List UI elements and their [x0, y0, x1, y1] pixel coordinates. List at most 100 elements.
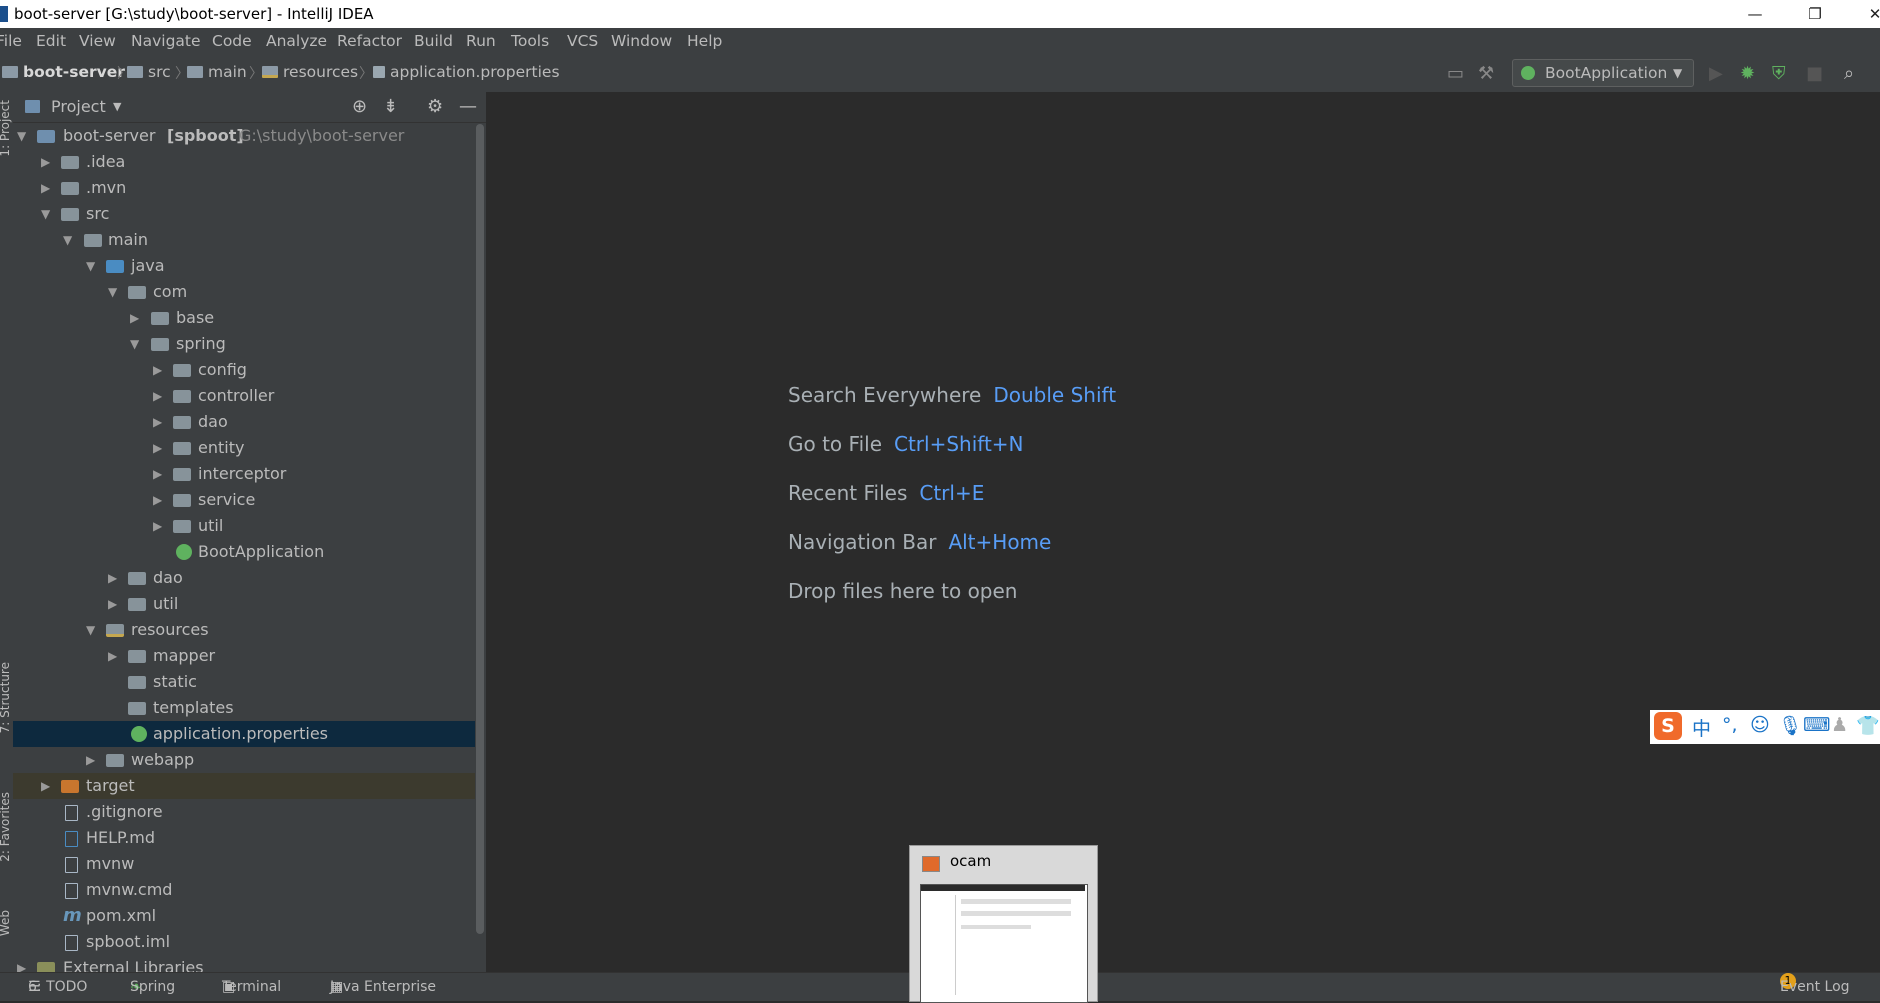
collapsed-arrow-icon[interactable]: ▶	[108, 565, 117, 591]
collapsed-arrow-icon[interactable]: ▶	[153, 383, 162, 409]
run-with-coverage-icon[interactable]: ⛨	[1772, 63, 1786, 84]
tree-item-resources[interactable]: ▼ resources	[13, 617, 475, 643]
tree-item-idea[interactable]: ▶ .idea	[13, 149, 475, 175]
tree-item-dao[interactable]: ▶ dao	[13, 565, 475, 591]
menu-vcs[interactable]: VCS	[567, 28, 598, 54]
tree-item-util[interactable]: ▶ util	[13, 513, 475, 539]
project-tool-tab[interactable]: 1: Project	[0, 100, 12, 157]
tree-item-mvn[interactable]: ▶ .mvn	[13, 175, 475, 201]
collapsed-arrow-icon[interactable]: ▶	[41, 773, 50, 799]
menu-code[interactable]: Code	[212, 28, 252, 54]
collapsed-arrow-icon[interactable]: ▶	[130, 305, 139, 331]
chevron-down-icon[interactable]: ▼	[113, 92, 121, 122]
collapsed-arrow-icon[interactable]: ▶	[17, 955, 26, 972]
tree-item-main[interactable]: ▼ main	[13, 227, 475, 253]
stop-icon[interactable]: ■	[1806, 63, 1823, 84]
tree-item-dao[interactable]: ▶ dao	[13, 409, 475, 435]
menu-build[interactable]: Build	[414, 28, 453, 54]
menu-view[interactable]: View	[79, 28, 116, 54]
microphone-icon[interactable]: 🎙	[1778, 714, 1802, 737]
expanded-arrow-icon[interactable]: ▼	[41, 201, 50, 227]
tree-item-templates[interactable]: templates	[13, 695, 475, 721]
expanded-arrow-icon[interactable]: ▼	[63, 227, 72, 253]
tree-item-static[interactable]: static	[13, 669, 475, 695]
ocam-window-thumbnail[interactable]	[920, 884, 1088, 1003]
keyboard-icon[interactable]: ⌨	[1803, 714, 1830, 736]
collapsed-arrow-icon[interactable]: ▶	[108, 643, 117, 669]
tree-item-base[interactable]: ▶ base	[13, 305, 475, 331]
tree-item-config[interactable]: ▶ config	[13, 357, 475, 383]
hide-panel-icon[interactable]: —	[459, 92, 477, 122]
breadcrumb-src[interactable]: src	[127, 63, 171, 81]
tree-item-service[interactable]: ▶ service	[13, 487, 475, 513]
tree-item-java[interactable]: ▼ java	[13, 253, 475, 279]
tree-item-src[interactable]: ▼ src	[13, 201, 475, 227]
menu-file[interactable]: File	[0, 28, 22, 54]
collapsed-arrow-icon[interactable]: ▶	[153, 435, 162, 461]
tree-item-mvnw[interactable]: mvnw	[13, 851, 475, 877]
collapsed-arrow-icon[interactable]: ▶	[108, 591, 117, 617]
gear-icon[interactable]: ⚙	[427, 92, 443, 122]
tree-item-help-md[interactable]: HELP.md	[13, 825, 475, 851]
ime-mode-toggle[interactable]: 中	[1692, 714, 1711, 741]
breadcrumb-file[interactable]: application.properties	[373, 63, 560, 81]
tree-item-com[interactable]: ▼ com	[13, 279, 475, 305]
emoji-icon[interactable]: ☺	[1750, 714, 1770, 736]
breadcrumb-main[interactable]: main	[187, 63, 247, 81]
tree-item-mvnw-cmd[interactable]: mvnw.cmd	[13, 877, 475, 903]
tree-item-bootapplication[interactable]: BootApplication	[13, 539, 475, 565]
collapse-all-icon[interactable]: ⇟	[383, 92, 398, 122]
build-hammer-icon[interactable]: ⚒	[1478, 63, 1494, 84]
tree-item-util[interactable]: ▶ util	[13, 591, 475, 617]
tree-item-spring[interactable]: ▼ spring	[13, 331, 475, 357]
tree-item-entity[interactable]: ▶ entity	[13, 435, 475, 461]
collapsed-arrow-icon[interactable]: ▶	[153, 409, 162, 435]
expanded-arrow-icon[interactable]: ▼	[86, 617, 95, 643]
collapsed-arrow-icon[interactable]: ▶	[86, 747, 95, 773]
ime-logo[interactable]: S	[1654, 712, 1682, 740]
menu-window[interactable]: Window	[611, 28, 672, 54]
locate-target-icon[interactable]: ⊕	[352, 92, 367, 122]
search-icon[interactable]: ⌕	[1844, 63, 1854, 84]
user-icon[interactable]: ♟	[1831, 714, 1848, 736]
tree-item-external-libraries[interactable]: ▶ External Libraries	[13, 955, 475, 972]
menu-run[interactable]: Run	[466, 28, 496, 54]
menu-refactor[interactable]: Refactor	[337, 28, 402, 54]
tree-item-controller[interactable]: ▶ controller	[13, 383, 475, 409]
breadcrumb-resources[interactable]: resources	[262, 63, 358, 81]
restore-button[interactable]: ❐	[1795, 0, 1835, 28]
collapsed-arrow-icon[interactable]: ▶	[153, 461, 162, 487]
tree-item-gitignore[interactable]: .gitignore	[13, 799, 475, 825]
collapsed-arrow-icon[interactable]: ▶	[41, 149, 50, 175]
menu-edit[interactable]: Edit	[36, 28, 66, 54]
tree-item-target[interactable]: ▶ target	[13, 773, 475, 799]
tree-item-mapper[interactable]: ▶ mapper	[13, 643, 475, 669]
run-icon[interactable]: ▶	[1709, 63, 1723, 84]
collapsed-arrow-icon[interactable]: ▶	[153, 357, 162, 383]
collapsed-arrow-icon[interactable]: ▶	[153, 487, 162, 513]
ocam-preview-popup[interactable]: ocam	[909, 845, 1098, 1003]
debug-icon[interactable]: ✹	[1740, 63, 1755, 84]
tree-item-application-properties[interactable]: application.properties	[13, 721, 475, 747]
expanded-arrow-icon[interactable]: ▼	[17, 123, 26, 149]
web-tool-tab[interactable]: Web	[0, 910, 12, 936]
ime-punctuation-toggle[interactable]: °,	[1722, 714, 1738, 736]
breadcrumb-project[interactable]: boot-server	[2, 63, 125, 81]
tree-item-project-root[interactable]: ▼ boot-server [spboot] G:\study\boot-ser…	[13, 123, 475, 149]
expanded-arrow-icon[interactable]: ▼	[108, 279, 117, 305]
project-view-selector[interactable]: Project	[51, 92, 106, 122]
tree-scrollbar[interactable]	[476, 124, 484, 934]
expanded-arrow-icon[interactable]: ▼	[130, 331, 139, 357]
menu-analyze[interactable]: Analyze	[266, 28, 327, 54]
menu-help[interactable]: Help	[687, 28, 722, 54]
collapsed-arrow-icon[interactable]: ▶	[41, 175, 50, 201]
menu-navigate[interactable]: Navigate	[131, 28, 201, 54]
expanded-arrow-icon[interactable]: ▼	[86, 253, 95, 279]
tree-item-interceptor[interactable]: ▶ interceptor	[13, 461, 475, 487]
tree-item-webapp[interactable]: ▶ webapp	[13, 747, 475, 773]
structure-tool-tab[interactable]: 7: Structure	[0, 662, 12, 733]
skin-shirt-icon[interactable]: 👕	[1856, 714, 1880, 737]
close-button[interactable]: ✕	[1855, 0, 1880, 28]
tree-item-pom-xml[interactable]: m pom.xml	[13, 903, 475, 929]
minimize-button[interactable]: —	[1735, 0, 1775, 28]
